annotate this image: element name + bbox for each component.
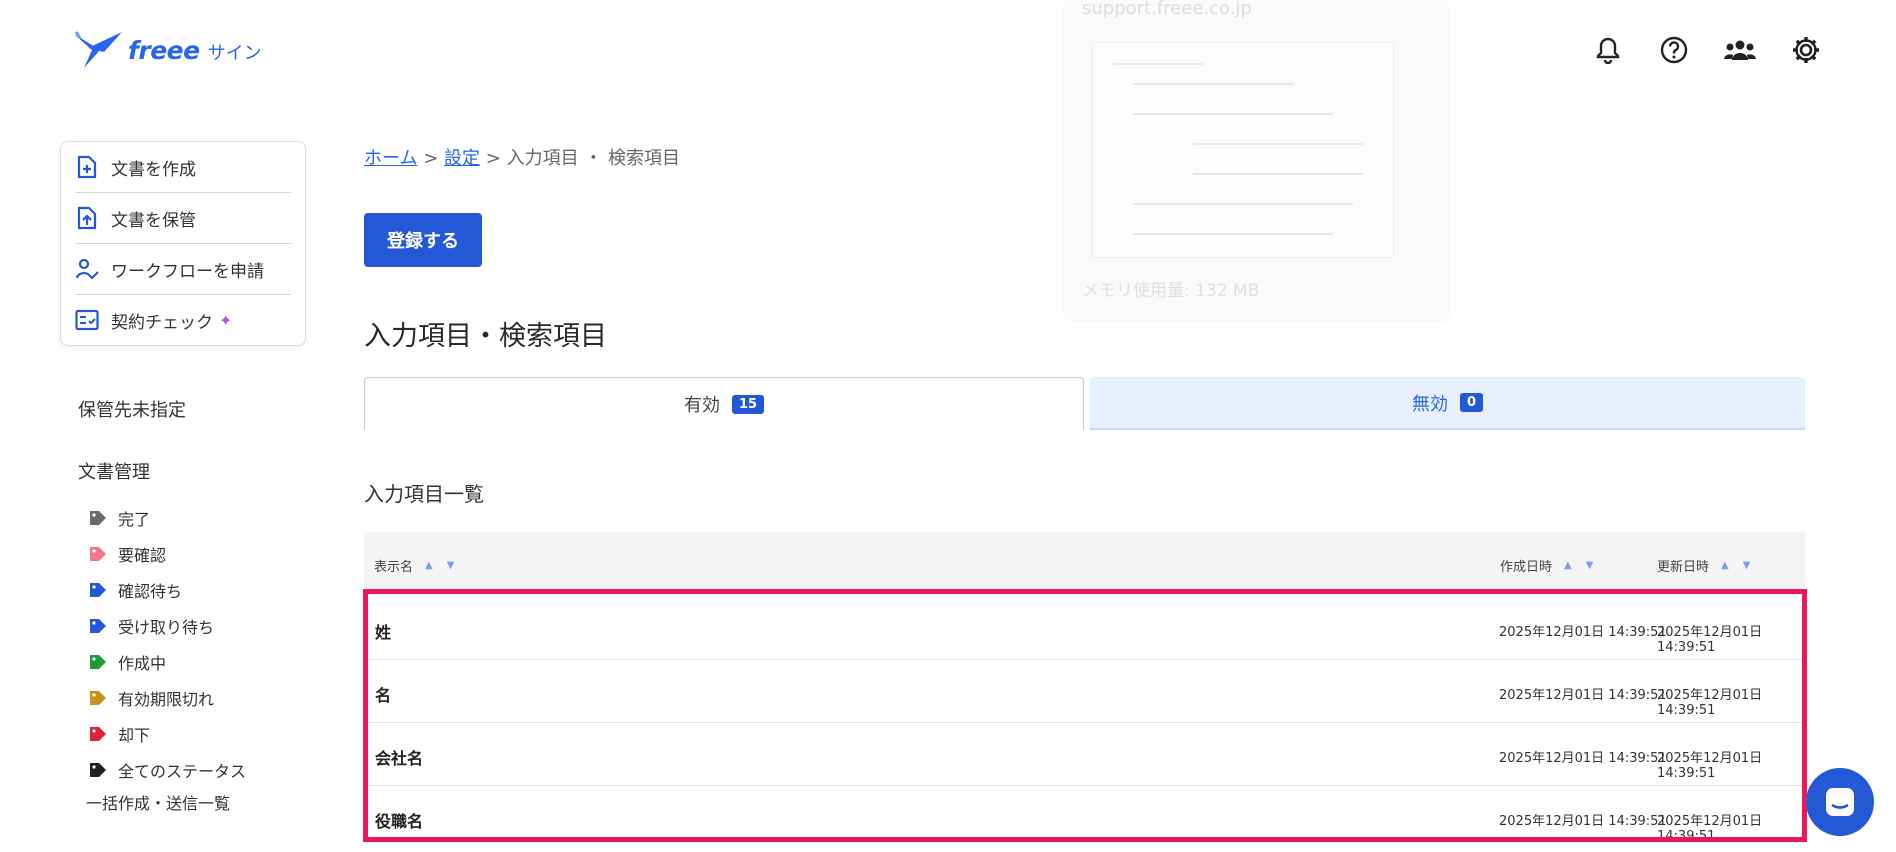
status-item[interactable]: 却下 bbox=[88, 716, 246, 752]
tab-disabled-label: 無効 bbox=[1411, 393, 1448, 415]
action-card: 文書を作成 文書を保管 ワークフローを申請 契約チェック ✦ bbox=[60, 141, 306, 346]
status-item[interactable]: 完了 bbox=[88, 500, 246, 536]
tag-icon bbox=[90, 763, 106, 777]
tab-enabled-count: 15 bbox=[731, 394, 765, 414]
chat-launcher[interactable] bbox=[1806, 768, 1874, 836]
tabs: 有効 15 無効 0 bbox=[364, 377, 1805, 430]
tag-icon bbox=[90, 691, 106, 705]
sort-icon[interactable]: ▲▼ bbox=[1564, 560, 1607, 571]
sort-icon[interactable]: ▲▼ bbox=[1721, 560, 1764, 571]
status-item[interactable]: 確認待ち bbox=[88, 572, 246, 608]
file-upload-icon bbox=[75, 206, 99, 230]
chat-icon bbox=[1826, 788, 1854, 816]
page-title: 入力項目・検索項目 bbox=[364, 321, 607, 352]
sparkle-icon: ✦ bbox=[219, 310, 233, 330]
app-logo[interactable]: freee サイン bbox=[70, 28, 262, 72]
status-item[interactable]: 受け取り待ち bbox=[88, 608, 246, 644]
tag-icon bbox=[90, 511, 106, 525]
breadcrumb-current: 入力項目 ・ 検索項目 bbox=[506, 148, 681, 169]
header-updated-label: 更新日時 bbox=[1657, 560, 1710, 575]
freee-bird-icon bbox=[74, 31, 122, 68]
status-label: 完了 bbox=[118, 510, 151, 529]
checklist-icon bbox=[75, 308, 99, 332]
status-list: 完了要確認確認待ち受け取り待ち 作成中有効期限切れ 却下全てのステータス bbox=[88, 500, 246, 788]
workflow-request-item[interactable]: ワークフローを申請 bbox=[75, 244, 291, 295]
header-name-label: 表示名 bbox=[374, 560, 414, 575]
register-button[interactable]: 登録する bbox=[364, 213, 482, 267]
tab-enabled-label: 有効 bbox=[683, 395, 720, 416]
status-label: 確認待ち bbox=[118, 582, 183, 601]
tab-enabled[interactable]: 有効 15 bbox=[364, 377, 1084, 430]
status-item[interactable]: 作成中 bbox=[88, 644, 246, 680]
status-label: 却下 bbox=[118, 726, 151, 745]
tag-icon bbox=[90, 655, 106, 669]
status-label: 受け取り待ち bbox=[118, 618, 215, 637]
workflow-request-label: ワークフローを申請 bbox=[111, 261, 264, 282]
tag-icon bbox=[90, 727, 106, 741]
section-title: 入力項目一覧 bbox=[364, 482, 484, 506]
status-item[interactable]: 全てのステータス bbox=[88, 752, 246, 788]
sort-icon[interactable]: ▲▼ bbox=[425, 560, 468, 571]
highlight-box bbox=[363, 589, 1807, 842]
doc-management-heading: 文書管理 bbox=[78, 462, 150, 483]
logo-sub: サイン bbox=[207, 43, 262, 64]
store-document-item[interactable]: 文書を保管 bbox=[75, 193, 291, 244]
file-plus-icon bbox=[75, 155, 99, 179]
help-icon[interactable] bbox=[1656, 34, 1692, 66]
logo-text: freee bbox=[128, 35, 200, 65]
status-label: 全てのステータス bbox=[118, 762, 247, 781]
bulk-send-list-link[interactable]: 一括作成・送信一覧 bbox=[86, 790, 230, 814]
ghost-thumbnail bbox=[1092, 42, 1394, 258]
ghost-url: support.freee.co.jp bbox=[1082, 0, 1252, 19]
table-header: 表示名 ▲▼ 作成日時 ▲▼ 更新日時 ▲▼ bbox=[364, 532, 1805, 588]
status-label: 作成中 bbox=[118, 654, 167, 673]
ghost-overlay: support.freee.co.jp メモリ使用量: 132 MB bbox=[1062, 0, 1451, 322]
store-document-label: 文書を保管 bbox=[111, 210, 196, 231]
contract-check-label: 契約チェック bbox=[111, 312, 213, 333]
contract-check-item[interactable]: 契約チェック ✦ bbox=[75, 295, 291, 345]
status-label: 有効期限切れ bbox=[118, 690, 215, 709]
header-updated[interactable]: 更新日時 ▲▼ bbox=[1657, 556, 1764, 575]
tag-icon bbox=[90, 583, 106, 597]
breadcrumb-settings[interactable]: 設定 bbox=[444, 148, 480, 169]
tab-disabled[interactable]: 無効 0 bbox=[1090, 377, 1805, 430]
unassigned-storage-link[interactable]: 保管先未指定 bbox=[78, 396, 186, 422]
ghost-memory: メモリ使用量: 132 MB bbox=[1082, 281, 1260, 301]
breadcrumb: ホーム > 設定 > 入力項目 ・ 検索項目 bbox=[364, 144, 680, 170]
status-item[interactable]: 要確認 bbox=[88, 536, 246, 572]
tag-icon bbox=[90, 619, 106, 633]
header-actions bbox=[1590, 34, 1824, 66]
tag-icon bbox=[90, 547, 106, 561]
header-created-label: 作成日時 bbox=[1500, 560, 1553, 575]
create-document-item[interactable]: 文書を作成 bbox=[75, 142, 291, 193]
user-check-icon bbox=[75, 257, 99, 281]
bell-icon[interactable] bbox=[1590, 34, 1626, 66]
gear-icon[interactable] bbox=[1788, 34, 1824, 66]
status-item[interactable]: 有効期限切れ bbox=[88, 680, 246, 716]
status-label: 要確認 bbox=[118, 546, 167, 565]
users-icon[interactable] bbox=[1722, 34, 1758, 66]
create-document-label: 文書を作成 bbox=[111, 159, 196, 180]
breadcrumb-sep: > bbox=[423, 148, 439, 169]
header-created[interactable]: 作成日時 ▲▼ bbox=[1500, 556, 1607, 575]
header-name[interactable]: 表示名 ▲▼ bbox=[374, 556, 468, 575]
breadcrumb-home[interactable]: ホーム bbox=[364, 148, 417, 169]
breadcrumb-sep: > bbox=[485, 148, 501, 169]
tab-disabled-count: 0 bbox=[1459, 393, 1484, 412]
